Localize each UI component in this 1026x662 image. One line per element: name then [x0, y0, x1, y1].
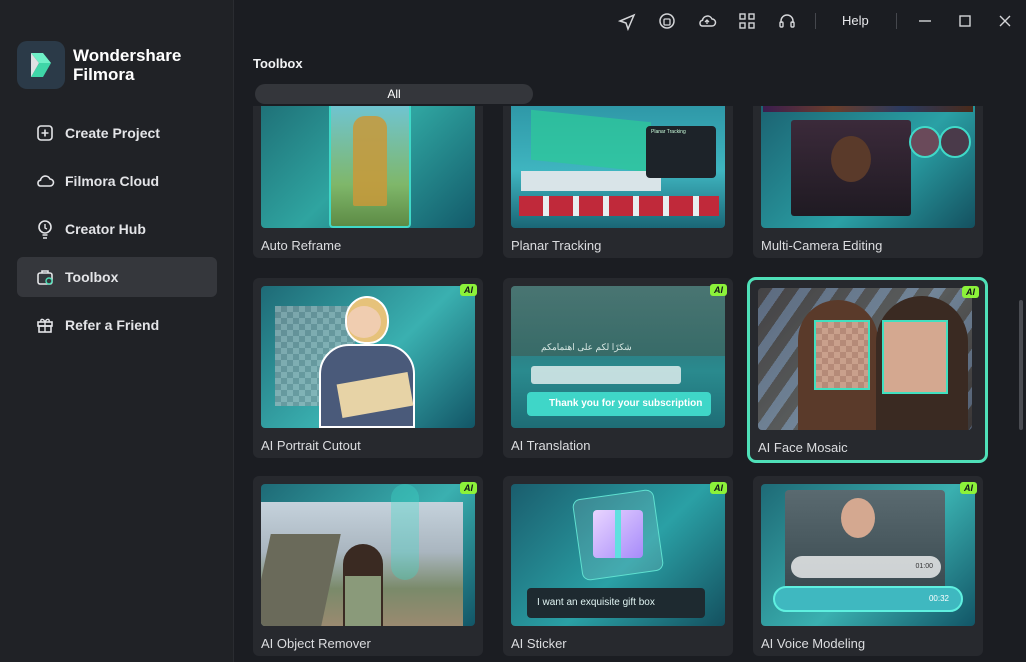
- tool-card-ai-voice-modeling[interactable]: 01:00 00:32 AI AI Voice Modeling: [753, 476, 983, 656]
- sidebar: Wondershare Filmora Create Project Filmo…: [0, 0, 234, 662]
- divider: [896, 13, 897, 29]
- tool-thumbnail: شكرًا لكم على اهتمامكم Thank you for you…: [511, 286, 725, 428]
- scrollbar[interactable]: [1019, 300, 1023, 430]
- tool-card-planar-tracking[interactable]: Planar Tracking Planar Tracking: [503, 106, 733, 258]
- thumb-subtitle-text: Thank you for your subscription: [527, 392, 711, 416]
- minimize-icon[interactable]: [915, 11, 935, 31]
- ai-badge: AI: [460, 482, 477, 494]
- divider: [815, 13, 816, 29]
- tool-label: Planar Tracking: [511, 238, 602, 253]
- sidebar-item-label: Refer a Friend: [65, 317, 160, 333]
- tool-thumbnail: Planar Tracking: [511, 106, 725, 228]
- filmora-logo: [17, 41, 65, 89]
- sidebar-item-refer-a-friend[interactable]: Refer a Friend: [17, 305, 217, 345]
- sidebar-item-label: Create Project: [65, 125, 160, 141]
- tool-label: AI Object Remover: [261, 636, 371, 651]
- brand-name: Wondershare Filmora: [73, 46, 181, 84]
- thumb-time-2: 00:32: [773, 586, 963, 612]
- brand-line1: Wondershare: [73, 46, 182, 65]
- page-title: Toolbox: [253, 56, 303, 71]
- close-icon[interactable]: [995, 11, 1015, 31]
- tool-label: Multi-Camera Editing: [761, 238, 883, 253]
- help-menu[interactable]: Help: [842, 13, 869, 28]
- tool-card-ai-object-remover[interactable]: AI AI Object Remover: [253, 476, 483, 656]
- thumb-arabic-text: شكرًا لكم على اهتمامكم: [541, 342, 632, 352]
- toolbox-icon: [35, 267, 55, 287]
- apps-grid-icon[interactable]: [737, 11, 757, 31]
- sidebar-item-filmora-cloud[interactable]: Filmora Cloud: [17, 161, 217, 201]
- tool-label: AI Face Mosaic: [758, 440, 848, 455]
- tool-thumbnail: [261, 484, 475, 626]
- tool-label: AI Translation: [511, 438, 591, 453]
- brand-line2: Filmora: [73, 65, 135, 84]
- thumb-prompt-text: I want an exquisite gift box: [527, 588, 705, 618]
- gift-icon: [35, 315, 55, 335]
- thumb-time-1: 01:00: [791, 556, 941, 578]
- tool-thumbnail: I want an exquisite gift box: [511, 484, 725, 626]
- tool-thumbnail: [758, 288, 972, 430]
- headset-loop-icon[interactable]: [657, 11, 677, 31]
- filmora-logo-icon: [31, 53, 51, 77]
- tool-card-ai-face-mosaic[interactable]: AI AI Face Mosaic: [747, 277, 988, 463]
- tool-card-ai-portrait-cutout[interactable]: AI AI Portrait Cutout: [253, 278, 483, 458]
- tool-label: Auto Reframe: [261, 238, 342, 253]
- support-headset-icon[interactable]: [777, 11, 797, 31]
- sidebar-item-create-project[interactable]: Create Project: [17, 113, 217, 153]
- sidebar-item-toolbox[interactable]: Toolbox: [17, 257, 217, 297]
- send-icon[interactable]: [617, 11, 637, 31]
- cloud-icon: [35, 171, 55, 191]
- thumb-text: Planar Tracking: [651, 129, 686, 135]
- tool-card-auto-reframe[interactable]: 16:9 Auto Reframe: [253, 106, 483, 258]
- tool-card-multi-camera-editing[interactable]: Multi-Camera Editing: [753, 106, 983, 258]
- tool-card-ai-translation[interactable]: شكرًا لكم على اهتمامكم Thank you for you…: [503, 278, 733, 458]
- tool-thumbnail: [261, 286, 475, 428]
- ai-badge: AI: [960, 482, 977, 494]
- tool-label: AI Voice Modeling: [761, 636, 866, 651]
- title-bar: Help: [233, 0, 1026, 42]
- tool-card-ai-sticker[interactable]: I want an exquisite gift box AI AI Stick…: [503, 476, 733, 656]
- tool-label: AI Sticker: [511, 636, 567, 651]
- tool-thumbnail: 01:00 00:32: [761, 484, 975, 626]
- cloud-upload-icon[interactable]: [697, 11, 717, 31]
- sidebar-item-label: Creator Hub: [65, 221, 146, 237]
- ai-badge: AI: [710, 482, 727, 494]
- maximize-icon[interactable]: [955, 11, 975, 31]
- ai-badge: AI: [710, 284, 727, 296]
- sidebar-nav: Create Project Filmora Cloud Creator Hub…: [17, 113, 217, 353]
- sidebar-item-creator-hub[interactable]: Creator Hub: [17, 209, 217, 249]
- sidebar-item-label: Filmora Cloud: [65, 173, 160, 189]
- filter-all-tab[interactable]: All: [255, 84, 533, 104]
- ai-badge: AI: [460, 284, 477, 296]
- tool-thumbnail: [761, 106, 975, 228]
- bulb-icon: [35, 219, 55, 239]
- sidebar-item-label: Toolbox: [65, 269, 119, 285]
- plus-square-icon: [35, 123, 55, 143]
- tool-label: AI Portrait Cutout: [261, 438, 361, 453]
- tools-grid: 16:9 Auto Reframe Planar Tracking Planar…: [253, 106, 1013, 662]
- tool-thumbnail: 16:9: [261, 106, 475, 228]
- ai-badge: AI: [962, 286, 979, 298]
